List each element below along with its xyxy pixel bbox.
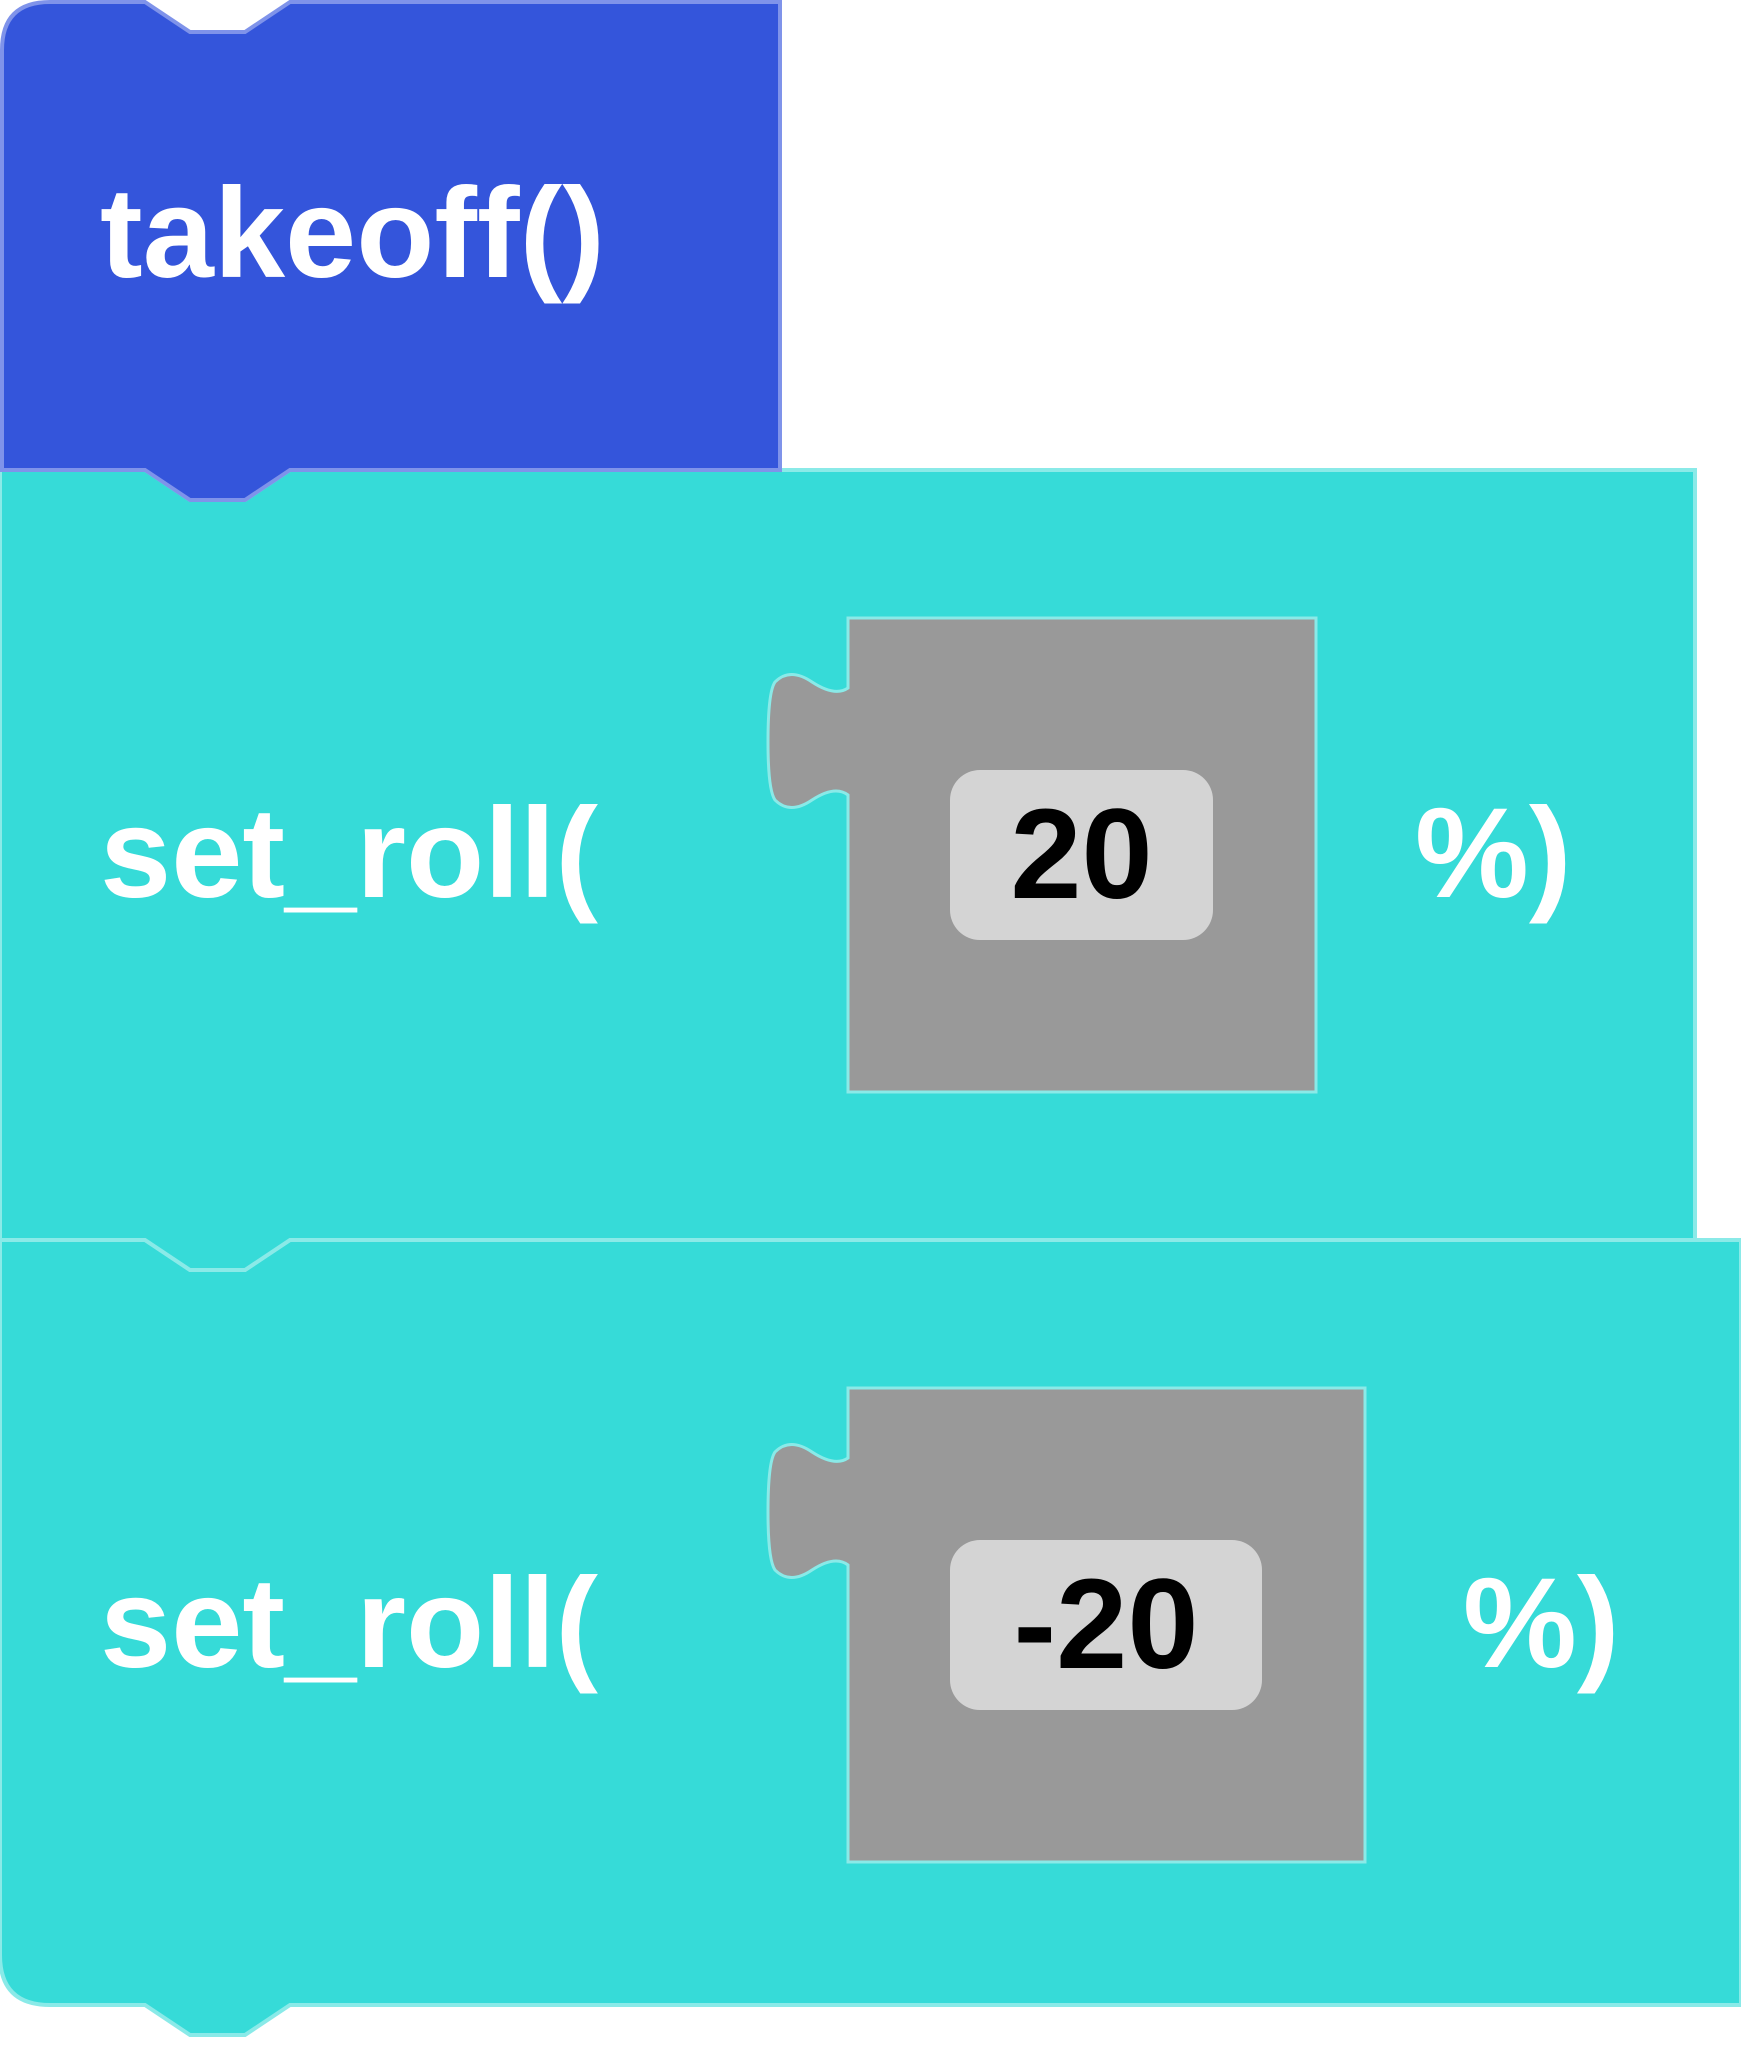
- roll-value-1-field[interactable]: 20: [950, 770, 1213, 940]
- block-workspace: takeoff() set_roll( 20 %) set_roll( -20 …: [0, 0, 1741, 2050]
- set-roll-2-prefix: set_roll(: [100, 1552, 598, 1695]
- set-roll-1-prefix: set_roll(: [100, 782, 598, 925]
- set-roll-1-suffix: %): [1415, 782, 1572, 925]
- block-stack-svg: [0, 0, 1741, 2037]
- set-roll-2-suffix: %): [1463, 1552, 1620, 1695]
- takeoff-label: takeoff(): [100, 162, 605, 305]
- roll-value-2-field[interactable]: -20: [950, 1540, 1262, 1710]
